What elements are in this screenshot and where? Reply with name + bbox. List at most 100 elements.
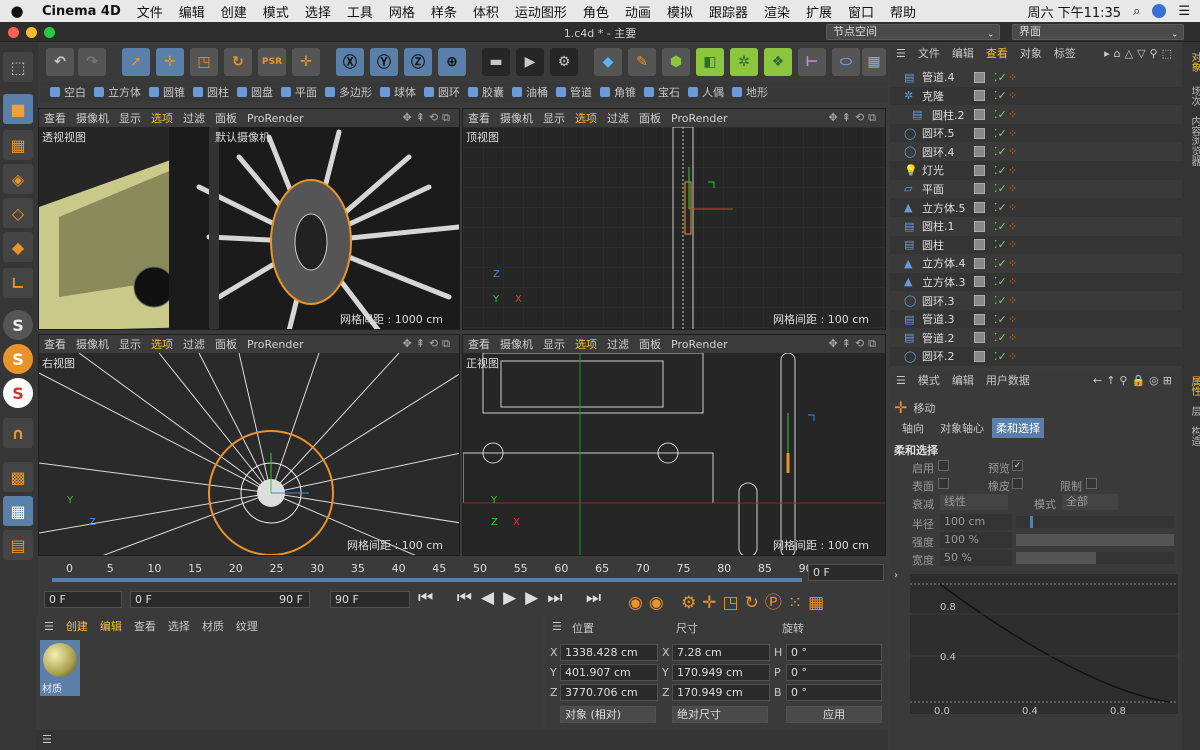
layer-swatch-icon[interactable] (974, 295, 985, 307)
camera-menu[interactable]: 摄像机 (495, 110, 538, 126)
clock[interactable]: 周六 下午11:35 (1027, 2, 1121, 21)
enable-checkbox[interactable] (938, 460, 949, 471)
apple-icon[interactable]: ● (0, 2, 34, 20)
object-name[interactable]: 立方体.5 (922, 200, 966, 216)
pyramid-button[interactable]: 角锥 (596, 84, 640, 100)
rotation-p-field[interactable]: 0 ° (786, 664, 882, 681)
layer-swatch-icon[interactable] (974, 127, 985, 139)
cube-button[interactable]: 立方体 (90, 84, 145, 100)
object-name[interactable]: 圆环.4 (922, 144, 955, 160)
enabled-check-icon[interactable]: ⁚✓ (994, 313, 1007, 326)
size-mode-select[interactable]: 绝对尺寸 (672, 706, 768, 723)
object-name[interactable]: 立方体.4 (922, 255, 966, 271)
apply-button[interactable]: 应用 (786, 706, 882, 723)
display-menu[interactable]: 显示 (114, 336, 146, 352)
timeline[interactable]: 0 5 10 15 20 25 30 35 40 45 50 55 60 65 70 75 80 85 90 0 F… (40, 558, 888, 616)
side-tab-objects[interactable]: 对象 (1184, 52, 1200, 72)
display-menu[interactable]: 显示 (538, 110, 570, 126)
hamburger-icon[interactable]: ☰ (44, 620, 54, 633)
platonic-button[interactable]: 宝石 (640, 84, 684, 100)
texture-mode-icon[interactable]: ▦ (3, 130, 33, 160)
object-name[interactable]: 管道.3 (922, 311, 955, 327)
width-field[interactable]: 50 % (940, 550, 1012, 566)
tab-object-axis[interactable]: 对象轴心 (932, 418, 992, 438)
view-menu[interactable]: 查看 (463, 110, 495, 126)
layer-swatch-icon[interactable] (974, 220, 985, 232)
size-x-field[interactable]: 7.28 cm (672, 644, 770, 661)
psr-tool-icon[interactable]: PSR (258, 48, 286, 76)
enabled-check-icon[interactable]: ⁚✓ (994, 220, 1007, 233)
object-row[interactable]: ◯ 圆环.4 ⁚✓ ⁘ (890, 142, 1182, 162)
menu-animate[interactable]: 动画 (617, 2, 659, 21)
model-mode-icon[interactable]: ■ (3, 94, 33, 124)
phong-tag-icon[interactable]: ⁘ (1008, 275, 1017, 288)
layer-swatch-icon[interactable] (974, 71, 985, 83)
workplane-icon[interactable]: ▩ (3, 462, 33, 492)
subdivision-icon[interactable]: ⬢ (662, 48, 690, 76)
object-row[interactable]: ◯ 圆环.5 ⁚✓ ⁘ (890, 124, 1182, 143)
panel-menu[interactable]: 面板 (634, 110, 666, 126)
object-name[interactable]: 管道.4 (922, 69, 955, 85)
extrude-icon[interactable]: ◧ (696, 48, 724, 76)
layer-swatch-icon[interactable] (974, 239, 985, 251)
rubber-checkbox[interactable] (1012, 478, 1023, 489)
options-menu[interactable]: 选项 (146, 336, 178, 352)
falloff-select[interactable]: 线性 (940, 494, 1008, 510)
enabled-check-icon[interactable]: ⁚✓ (994, 350, 1007, 363)
menu-create[interactable]: 创建 (213, 2, 255, 21)
menu-volume[interactable]: 体积 (465, 2, 507, 21)
filter-menu[interactable]: 过滤 (602, 336, 634, 352)
y-axis-lock-icon[interactable]: Ⓨ (370, 48, 398, 76)
current-frame-field[interactable]: 0 F (808, 564, 884, 581)
side-tab-construction[interactable]: 构造 (1184, 426, 1200, 446)
om-toolbar-icons[interactable]: ▸⌂△▽⚲⬚ (1104, 47, 1182, 60)
object-name[interactable]: 平面 (922, 181, 944, 197)
coordinate-mode-select[interactable]: 对象 (相对) (560, 706, 656, 723)
rotation-b-field[interactable]: 0 ° (786, 684, 882, 701)
size-y-field[interactable]: 170.949 cm (672, 664, 770, 681)
environment-icon[interactable]: ⬭ (832, 48, 860, 76)
phong-tag-icon[interactable]: ⁘ (1008, 257, 1017, 270)
material-swatch[interactable]: 材质 (40, 640, 80, 696)
attr-userdata-menu[interactable]: 用户数据 (986, 372, 1030, 388)
surface-checkbox[interactable] (938, 478, 949, 489)
quantize-icon[interactable]: S (3, 378, 33, 408)
strength-field[interactable]: 100 % (940, 532, 1012, 548)
viewport-nav-icons[interactable]: ✥⇞⟲⧉ (397, 337, 459, 351)
phong-tag-icon[interactable]: ⁘ (1008, 331, 1017, 344)
null-object-button[interactable]: 空白 (46, 84, 90, 100)
polygon-button[interactable]: 多边形 (321, 84, 376, 100)
layer-swatch-icon[interactable] (974, 202, 985, 214)
disc-button[interactable]: 圆盘 (233, 84, 277, 100)
prorender-menu[interactable]: ProRender (666, 338, 733, 351)
object-name[interactable]: 立方体.3 (922, 274, 966, 290)
filter-menu[interactable]: 过滤 (602, 110, 634, 126)
layer-swatch-icon[interactable] (974, 332, 985, 344)
phong-tag-icon[interactable]: ⁘ (1008, 201, 1017, 214)
side-tab-attributes[interactable]: 属性 (1184, 376, 1200, 396)
render-settings-icon[interactable]: ⚙ (550, 48, 578, 76)
attr-mode-menu[interactable]: 模式 (918, 372, 940, 388)
object-row[interactable]: ◯ 圆环.3 ⁚✓ ⁘ (890, 291, 1182, 310)
layer-swatch-icon[interactable] (974, 313, 985, 325)
figure-button[interactable]: 人偶 (684, 84, 728, 100)
object-row[interactable]: ▲ 立方体.3 ⁚✓ ⁘ (890, 273, 1182, 292)
siri-icon[interactable] (1152, 4, 1167, 18)
enabled-check-icon[interactable]: ⁚✓ (994, 145, 1007, 158)
mode-select[interactable]: 全部 (1062, 494, 1118, 510)
menu-character[interactable]: 角色 (575, 2, 617, 21)
enabled-check-icon[interactable]: ⁚✓ (994, 201, 1007, 214)
phong-tag-icon[interactable]: ⁘ (1008, 145, 1017, 158)
cloner-icon[interactable]: ✲ (730, 48, 758, 76)
object-row[interactable]: 💡 灯光 ⁚✓ ⁘ (890, 161, 1182, 180)
menu-extensions[interactable]: 扩展 (798, 2, 840, 21)
hamburger-icon[interactable]: ☰ (896, 47, 906, 60)
attr-nav-icons[interactable]: ←↑⚲🔒◎⊞ (1093, 374, 1182, 387)
layer-swatch-icon[interactable] (974, 146, 985, 158)
x-axis-lock-icon[interactable]: Ⓧ (336, 48, 364, 76)
material-select-menu[interactable]: 选择 (168, 618, 190, 634)
menu-render[interactable]: 渲染 (756, 2, 798, 21)
keyframe-tools[interactable]: ◉◉ ⚙✛◳↻Ⓟ⁙▦ (628, 588, 830, 613)
side-tab-layers[interactable]: 层 (1184, 406, 1200, 416)
material-material-menu[interactable]: 材质 (202, 618, 224, 634)
